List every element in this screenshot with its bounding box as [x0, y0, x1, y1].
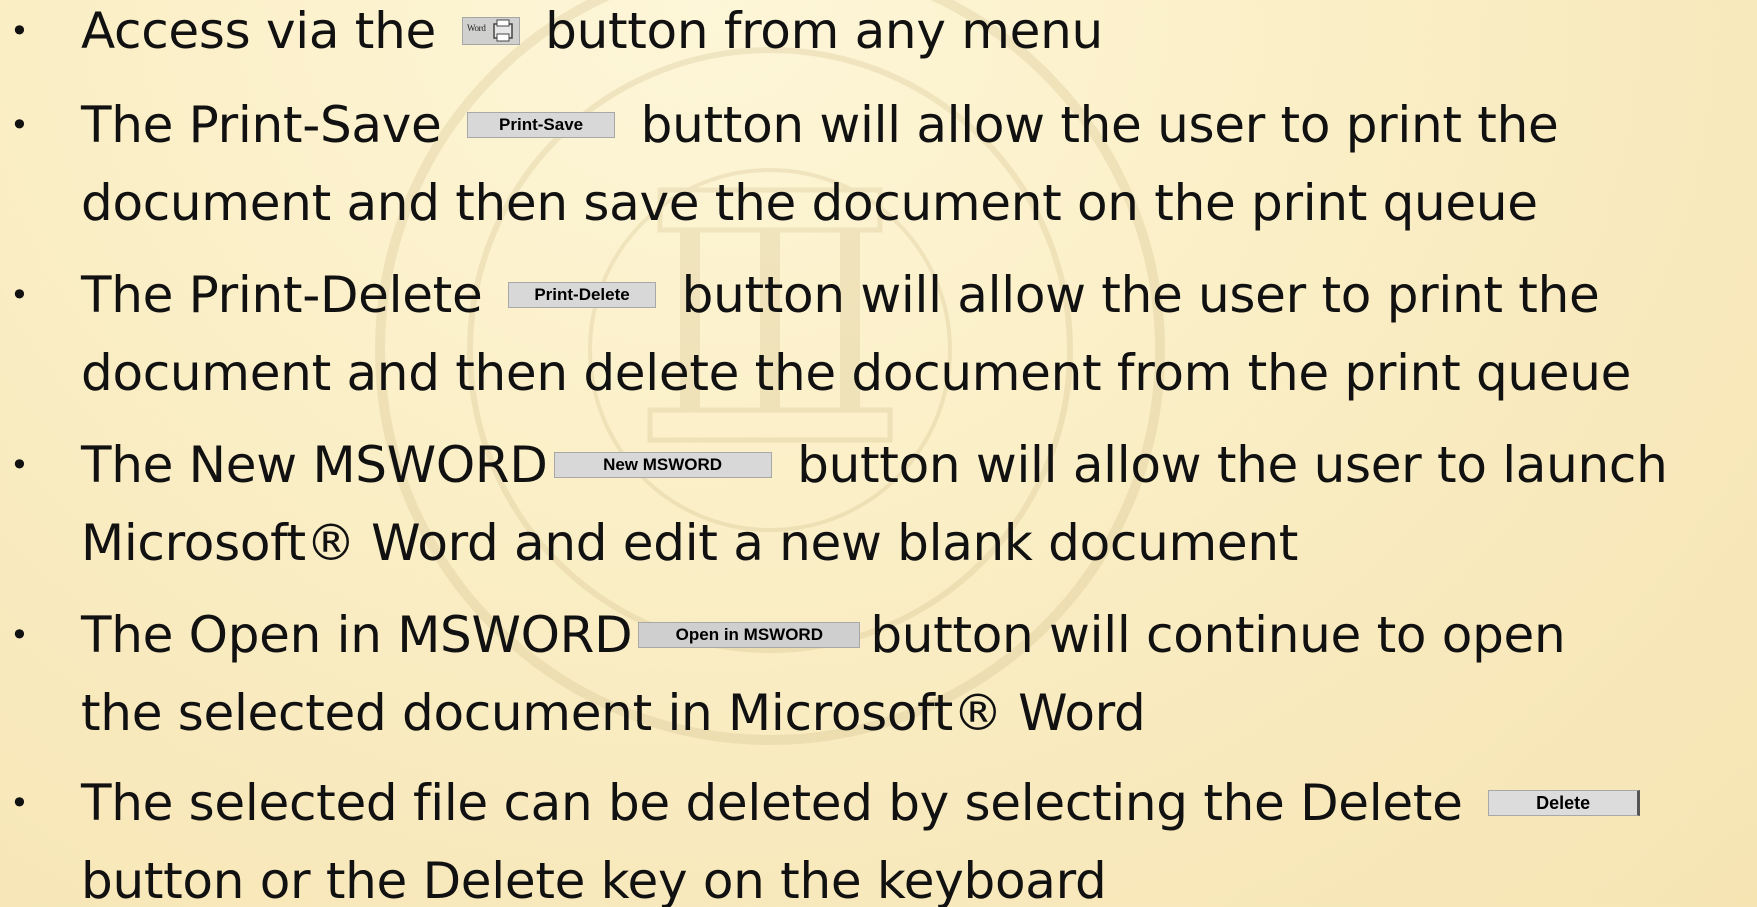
bullet-text: Access via the Word button from any menu	[81, 0, 1751, 70]
bullet-text-before: The Print-Save	[81, 96, 442, 154]
bullet-text: The Print-Save Print-Save button will al…	[81, 86, 1751, 242]
new-msword-button: New MSWORD	[553, 451, 772, 478]
bullet-dot: •	[10, 616, 29, 654]
word-printer-icon: Word	[461, 16, 520, 45]
delete-button: Delete	[1488, 789, 1641, 816]
bullet-text: The selected file can be deleted by sele…	[81, 764, 1751, 907]
bullet-text: The Open in MSWORD Open in MSWORD button w…	[81, 596, 1751, 752]
bullet-text-after: button will allow the user to print the	[681, 266, 1600, 324]
bullet-text-line2: document and then delete the document fr…	[81, 344, 1632, 402]
bullet-text-before: The Open in MSWORD	[81, 606, 633, 664]
bullet-text-line2: the selected document in Microsoft® Word	[81, 684, 1146, 742]
bullet-text: The Print-Delete Print-Delete button wil…	[81, 256, 1751, 412]
bullet-text-line2: document and then save the document on t…	[81, 174, 1538, 232]
bullet-text-after: button will continue to open	[870, 606, 1566, 664]
bullet-text-before: The New MSWORD	[81, 436, 548, 494]
bullet-text-after: button from any menu	[545, 2, 1103, 60]
bullet-text-after: button will allow the user to print the	[640, 96, 1559, 154]
svg-text:Word: Word	[467, 23, 486, 33]
bullet-dot: •	[10, 106, 29, 144]
bullet-text-line2: button or the Delete key on the keyboard	[81, 852, 1107, 907]
bullet-dot: •	[10, 12, 29, 50]
bullet-text-before: The selected file can be deleted by sele…	[81, 774, 1463, 832]
print-save-button: Print-Save	[467, 111, 616, 138]
bullet-text-before: The Print-Delete	[81, 266, 483, 324]
bullet-text: The New MSWORD New MSWORD button will all…	[81, 426, 1751, 582]
bullet-text-line2: Microsoft® Word and edit a new blank doc…	[81, 514, 1299, 572]
print-delete-button: Print-Delete	[508, 281, 657, 308]
bullet-text-after: button will allow the user to launch	[797, 436, 1668, 494]
bullet-dot: •	[10, 276, 29, 314]
bullet-text-before: Access via the	[81, 2, 436, 60]
open-in-msword-button: Open in MSWORD	[638, 621, 861, 648]
bullet-dot: •	[10, 784, 29, 822]
bullet-dot: •	[10, 446, 29, 484]
